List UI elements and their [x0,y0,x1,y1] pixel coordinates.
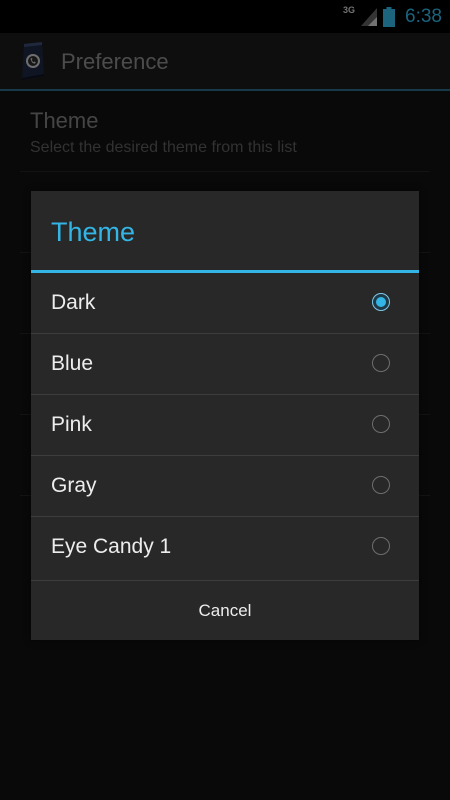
theme-option-blue[interactable]: Blue [31,334,419,395]
dialog-title: Theme [51,217,136,247]
theme-option-dark[interactable]: Dark [31,273,419,334]
radio-button-checked-icon[interactable] [372,293,390,311]
theme-option-pink[interactable]: Pink [31,395,419,456]
theme-option-eye-candy-1[interactable]: Eye Candy 1 [31,517,419,578]
theme-dialog: Theme Dark Blue Pink Gray Eye Candy 1 Ca… [31,191,419,640]
radio-button-icon[interactable] [372,537,390,555]
option-label: Gray [51,474,97,497]
radio-button-icon[interactable] [372,354,390,372]
option-label: Blue [51,352,94,375]
cancel-button[interactable]: Cancel [31,580,419,640]
radio-button-icon[interactable] [372,415,390,433]
screen: 3G 6:38 Preference Theme Select the desi… [0,0,450,800]
theme-option-gray[interactable]: Gray [31,456,419,517]
option-label: Eye Candy 1 [51,535,172,558]
radio-button-icon[interactable] [372,476,390,494]
option-label: Dark [51,291,96,314]
option-label: Pink [51,413,92,436]
